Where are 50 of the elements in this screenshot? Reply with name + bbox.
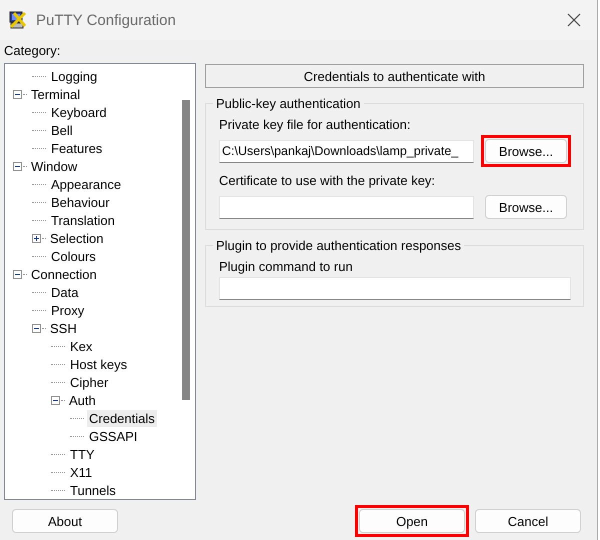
collapse-icon[interactable]	[13, 270, 22, 278]
tree-item[interactable]: Selection	[48, 230, 106, 246]
tree-item[interactable]: GSSAPI	[87, 428, 140, 444]
computer-icon	[8, 10, 28, 30]
browse-button[interactable]: Browse...	[485, 195, 567, 219]
category-tree[interactable]: Logging Terminal Keyboard Bell Features Window Appearance Behaviour Translation Selection Colours Connection Data Proxy SSH Kex Host keys Cipher Auth Credentials GSSAPI TTY X11 Tunnels	[4, 63, 196, 500]
collapse-icon[interactable]	[13, 162, 22, 170]
field-label: Plugin command to run	[219, 259, 353, 274]
tree-item[interactable]: Features	[49, 140, 104, 156]
tree-item[interactable]: Connection	[29, 266, 99, 282]
tree-item[interactable]: Appearance	[49, 176, 124, 192]
tree-item[interactable]: Window	[29, 158, 80, 174]
window-title: PuTTY Configuration	[36, 12, 177, 28]
tree-item[interactable]: Proxy	[49, 302, 86, 318]
tree-item[interactable]: Tunnels	[68, 482, 118, 498]
tree-item[interactable]: Host keys	[68, 356, 130, 372]
input-field[interactable]: C:\Users\pankaj\Downloads\lamp_private_	[219, 140, 474, 162]
tree-item[interactable]: Cipher	[68, 374, 110, 390]
tree-item[interactable]: X11	[68, 464, 94, 480]
tree-item[interactable]: Bell	[49, 122, 75, 138]
close-icon[interactable]	[567, 13, 581, 27]
expand-icon[interactable]	[32, 234, 41, 242]
browse-button[interactable]: Browse...	[485, 139, 567, 163]
panel-title: Credentials to authenticate with	[205, 64, 584, 88]
collapse-icon[interactable]	[13, 90, 22, 98]
dialog-button[interactable]: About	[12, 509, 118, 533]
collapse-icon[interactable]	[32, 324, 41, 332]
tree-item[interactable]: Translation	[49, 212, 117, 228]
tree-item[interactable]: Terminal	[29, 86, 82, 102]
tree-item[interactable]: Credentials	[87, 410, 157, 426]
group-title: Public-key authentication	[215, 96, 362, 111]
tree-item[interactable]: Auth	[67, 392, 98, 408]
tree-item[interactable]: Data	[49, 284, 80, 300]
scrollbar-thumb[interactable]	[182, 100, 190, 400]
field-label: Private key file for authentication:	[219, 117, 410, 132]
tree-item[interactable]: SSH	[48, 320, 79, 336]
dialog-button[interactable]: Cancel	[475, 509, 581, 533]
group-title: Plugin to provide authentication responses	[215, 238, 462, 253]
tree-item[interactable]: Behaviour	[49, 194, 112, 210]
tree-item[interactable]: Keyboard	[49, 104, 109, 120]
dialog-button[interactable]: Open	[359, 509, 465, 533]
input-field[interactable]	[219, 196, 474, 218]
tree-item[interactable]: Colours	[49, 248, 98, 264]
input-field[interactable]	[219, 277, 571, 300]
collapse-icon[interactable]	[51, 396, 60, 404]
category-label: Category:	[4, 43, 60, 59]
field-label: Certificate to use with the private key:	[219, 173, 436, 188]
tree-item[interactable]: Logging	[49, 68, 100, 84]
tree-item[interactable]: Kex	[68, 338, 94, 354]
tree-item[interactable]: TTY	[68, 446, 97, 462]
